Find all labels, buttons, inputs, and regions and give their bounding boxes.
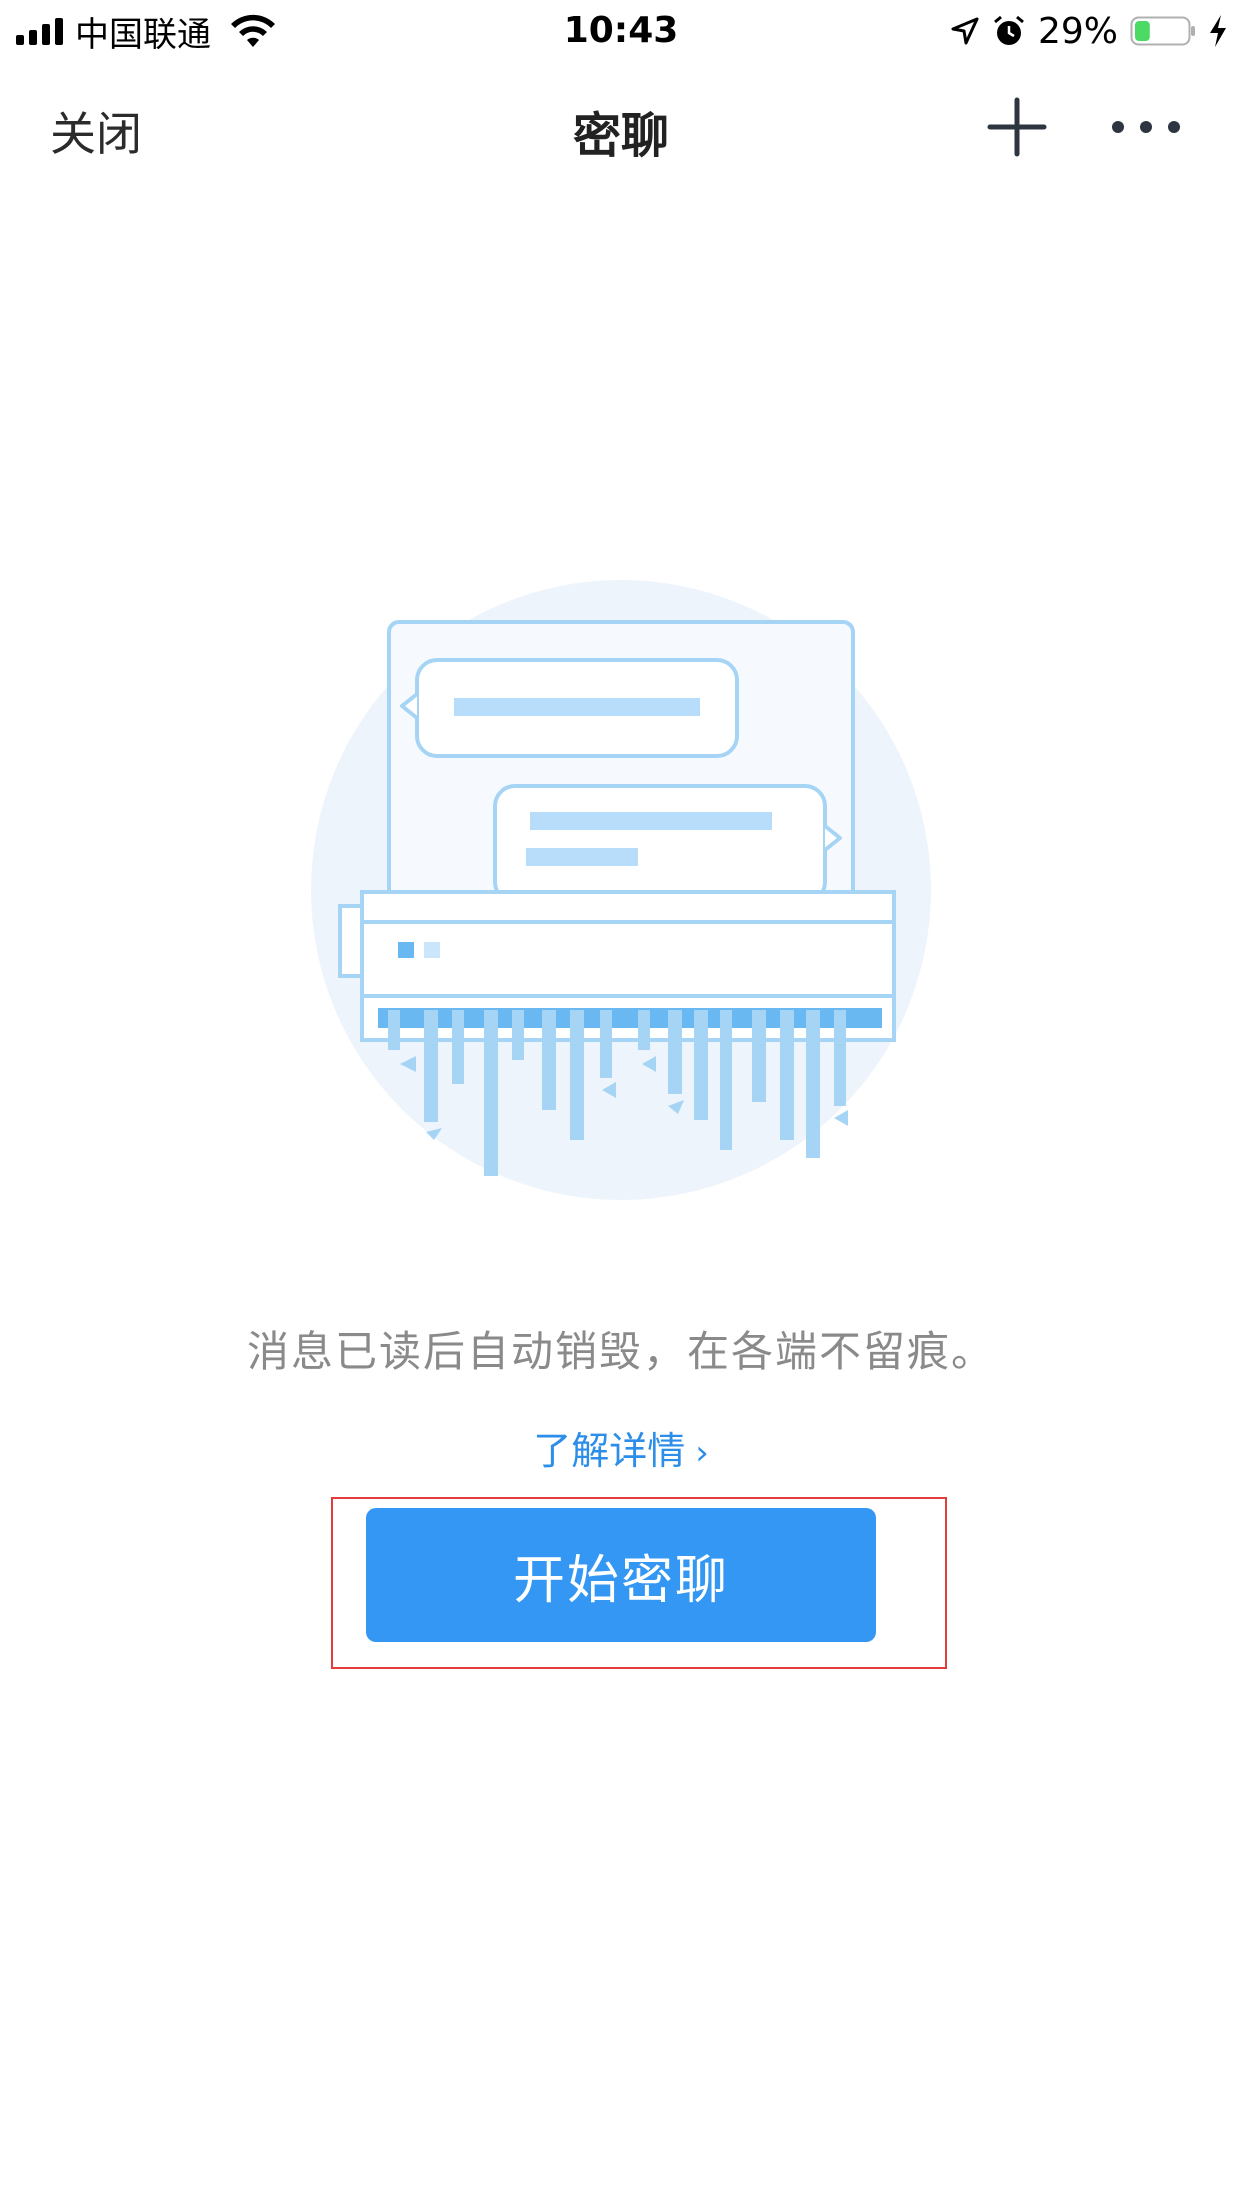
start-secret-chat-button[interactable]: 开始密聊 [366,1508,876,1642]
chevron-right-icon: › [695,1433,709,1473]
learn-more-link[interactable]: 了解详情 › [0,1420,1242,1475]
battery-percent: 29% [1037,10,1118,52]
learn-more-label: 了解详情 [533,1429,686,1473]
description-text: 消息已读后自动销毁，在各端不留痕。 [246,1327,995,1376]
message-shredder-illustration [311,580,931,1200]
battery-icon [1130,16,1195,46]
status-bar: 中国联通 10:43 29% [0,0,1242,62]
page-title: 密聊 [572,108,669,164]
alarm-icon [994,15,1024,45]
more-icon[interactable] [1108,112,1184,142]
location-arrow-icon [951,17,979,45]
charging-bolt-icon [1210,15,1226,47]
navigation-bar: 关闭 密聊 [0,62,1242,192]
plus-icon[interactable] [986,96,1048,158]
